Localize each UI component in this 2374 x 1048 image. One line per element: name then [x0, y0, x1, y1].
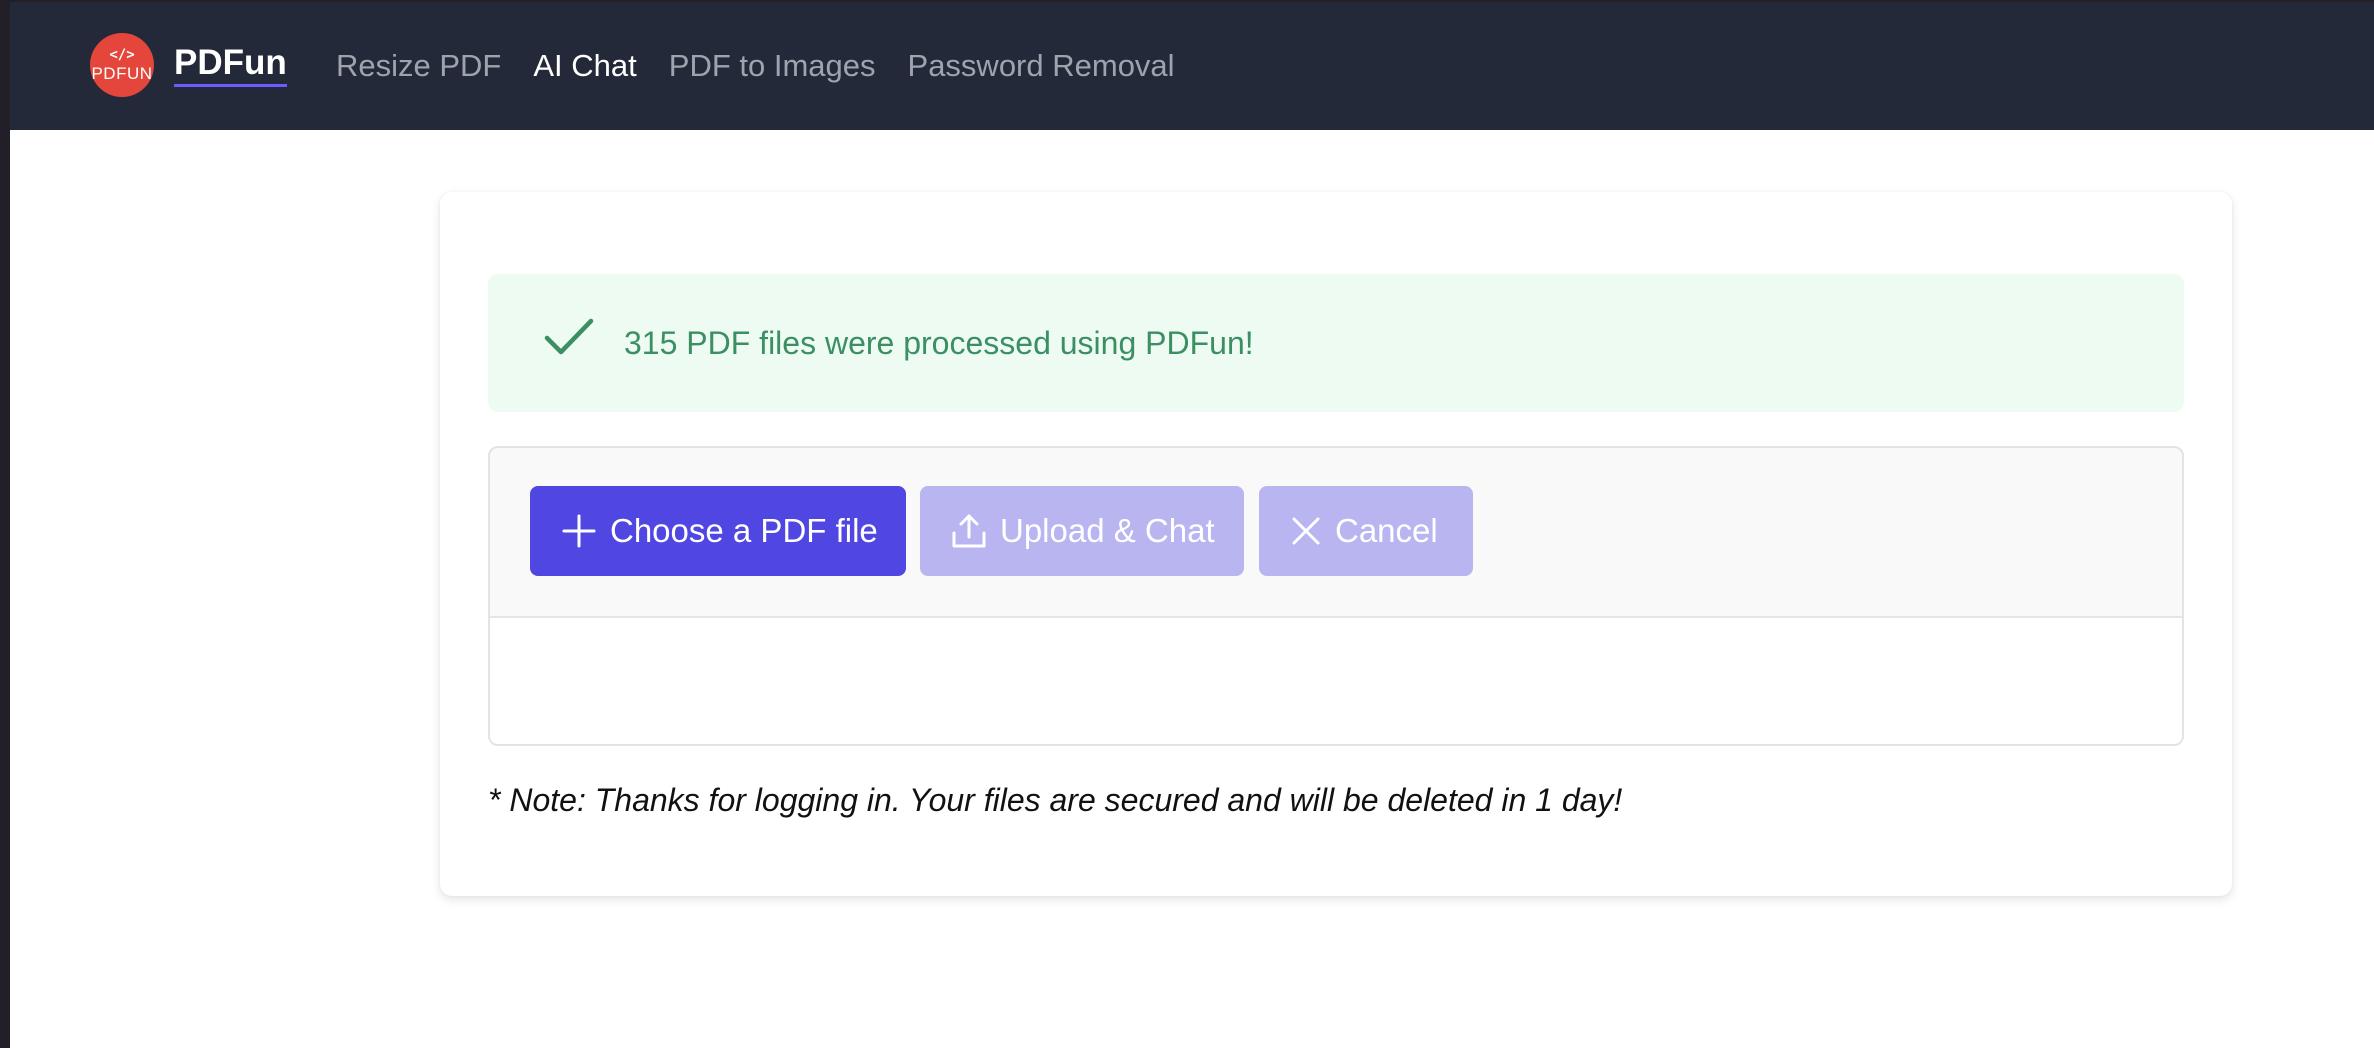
cancel-button[interactable]: Cancel — [1259, 486, 1473, 576]
security-note: * Note: Thanks for logging in. Your file… — [488, 782, 1623, 818]
plus-icon — [562, 514, 596, 548]
close-icon — [1292, 517, 1320, 545]
upload-chat-label: Upload & Chat — [1000, 512, 1215, 549]
upload-toolbar: Choose a PDF file Upload & Chat Cancel — [490, 448, 2182, 618]
check-icon — [544, 318, 594, 355]
nav-link-password-removal[interactable]: Password Removal — [908, 48, 1175, 84]
pdfun-logo: </> PDFUN — [90, 33, 154, 97]
success-alert: 315 PDF files were processed using PDFun… — [488, 274, 2184, 412]
brand-link[interactable]: </> PDFUN PDFun — [90, 32, 287, 98]
upload-chat-button[interactable]: Upload & Chat — [920, 486, 1244, 576]
nav-link-pdf-to-images[interactable]: PDF to Images — [669, 48, 876, 84]
main-card: 315 PDF files were processed using PDFun… — [440, 192, 2232, 896]
upload-dropzone[interactable] — [490, 618, 2182, 744]
logo-code-glyph: </> — [109, 47, 135, 63]
navbar: </> PDFUN PDFun Resize PDF AI Chat PDF t… — [10, 2, 2374, 130]
nav-link-resize-pdf[interactable]: Resize PDF — [336, 48, 501, 84]
alert-text: 315 PDF files were processed using PDFun… — [624, 325, 1254, 361]
nav-links: Resize PDF AI Chat PDF to Images Passwor… — [336, 2, 1207, 130]
choose-file-label: Choose a PDF file — [610, 512, 878, 549]
choose-file-button[interactable]: Choose a PDF file — [530, 486, 906, 576]
file-upload: Choose a PDF file Upload & Chat Cancel — [488, 446, 2184, 746]
cancel-label: Cancel — [1335, 512, 1438, 549]
logo-word: PDFUN — [91, 64, 153, 83]
upload-icon — [952, 514, 986, 548]
nav-link-ai-chat[interactable]: AI Chat — [533, 48, 636, 84]
browser-window: </> PDFUN PDFun Resize PDF AI Chat PDF t… — [10, 2, 2374, 1048]
brand-name: PDFun — [174, 43, 287, 87]
